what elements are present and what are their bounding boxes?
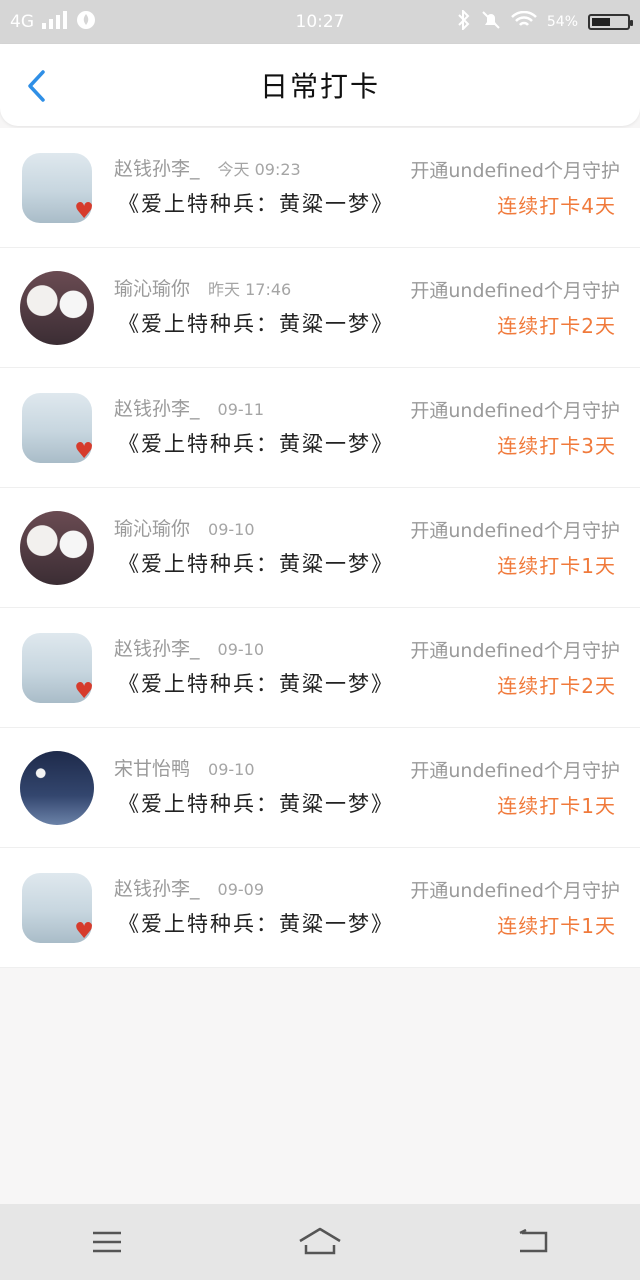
avatar[interactable]: ♥	[22, 873, 92, 943]
chevron-left-icon	[28, 70, 45, 102]
user-meta: 赵钱孙李_ 09-11	[114, 394, 264, 421]
heart-icon: ♥	[74, 679, 92, 703]
streak-label: 连续打卡1天	[497, 554, 616, 578]
username: 赵钱孙李_	[114, 398, 200, 420]
guard-text: 开通undefined个月守护	[410, 760, 620, 782]
page-header: 日常打卡	[0, 44, 640, 126]
guard-text: 开通undefined个月守护	[410, 640, 620, 662]
user-meta: 宋甘怡鸭 09-10	[114, 754, 255, 781]
home-button[interactable]	[290, 1220, 350, 1264]
user-meta: 瑜沁瑜你 09-10	[114, 514, 255, 541]
avatar[interactable]: ♥	[22, 153, 92, 223]
streak-label: 连续打卡4天	[497, 194, 616, 218]
book-title: 《爱上特种兵：黄粱一梦》	[118, 192, 394, 216]
checkin-time: 09-09	[217, 880, 265, 899]
user-meta: 赵钱孙李_ 今天 09:23	[114, 154, 301, 181]
streak-label: 连续打卡2天	[497, 314, 616, 338]
checkin-time: 09-10	[208, 760, 255, 779]
heart-icon: ♥	[74, 919, 92, 943]
book-title: 《爱上特种兵：黄粱一梦》	[118, 912, 394, 936]
username: 赵钱孙李_	[114, 638, 200, 660]
guard-text: 开通undefined个月守护	[410, 520, 620, 542]
list-item[interactable]: 瑜沁瑜你 昨天 17:46 《爱上特种兵：黄粱一梦》 开通undefined个月守护连…	[0, 248, 640, 368]
guard-text: 开通undefined个月守护	[410, 880, 620, 902]
avatar[interactable]: ♥	[22, 393, 92, 463]
book-title: 《爱上特种兵：黄粱一梦》	[118, 312, 394, 336]
avatar[interactable]	[20, 751, 94, 825]
list-item[interactable]: ♥ 赵钱孙李_ 09-09 《爱上特种兵：黄粱一梦》 开通undefined个月守护连续…	[0, 848, 640, 968]
checkin-time: 09-11	[217, 400, 265, 419]
user-meta: 瑜沁瑜你 昨天 17:46	[114, 274, 291, 301]
back-arrow-icon	[519, 1229, 548, 1253]
username: 瑜沁瑜你	[114, 518, 191, 540]
streak-label: 连续打卡1天	[497, 794, 616, 818]
list-item[interactable]: ♥ 赵钱孙李_ 今天 09:23 《爱上特种兵：黄粱一梦》 开通undefined个月守…	[0, 128, 640, 248]
home-icon	[299, 1227, 341, 1255]
network-label: 4G	[10, 12, 34, 32]
username: 赵钱孙李_	[114, 878, 200, 900]
username: 瑜沁瑜你	[114, 278, 191, 300]
book-title: 《爱上特种兵：黄粱一梦》	[118, 432, 394, 456]
avatar[interactable]	[20, 511, 94, 585]
menu-button[interactable]	[77, 1220, 137, 1264]
system-nav-bar	[0, 1204, 640, 1280]
battery-percent: 54%	[546, 14, 578, 30]
streak-label: 连续打卡3天	[497, 434, 616, 458]
streak-label: 连续打卡2天	[497, 674, 616, 698]
status-bar: 4G 10:27 54%	[0, 0, 640, 44]
avatar[interactable]	[20, 271, 94, 345]
bluetooth-icon	[457, 8, 471, 35]
checkin-time: 09-10	[217, 640, 265, 659]
heart-icon: ♥	[74, 199, 92, 223]
avatar[interactable]: ♥	[22, 633, 92, 703]
page-title: 日常打卡	[259, 70, 380, 103]
battery-level	[592, 18, 611, 26]
list-item[interactable]: ♥ 赵钱孙李_ 09-10 《爱上特种兵：黄粱一梦》 开通undefined个月守护连续…	[0, 608, 640, 728]
user-meta: 赵钱孙李_ 09-09	[114, 874, 264, 901]
list-item[interactable]: 瑜沁瑜你 09-10 《爱上特种兵：黄粱一梦》 开通undefined个月守护连续打卡…	[0, 488, 640, 608]
notification-icon	[76, 10, 96, 35]
book-title: 《爱上特种兵：黄粱一梦》	[118, 552, 394, 576]
user-meta: 赵钱孙李_ 09-10	[114, 634, 264, 661]
checkin-time: 昨天 17:46	[208, 280, 292, 299]
signal-icon	[42, 10, 68, 34]
menu-icon	[92, 1231, 121, 1253]
streak-label: 连续打卡1天	[497, 914, 616, 938]
guard-text: 开通undefined个月守护	[410, 400, 620, 422]
back-button[interactable]	[18, 68, 54, 104]
wifi-icon	[510, 10, 537, 34]
clock: 10:27	[295, 12, 345, 32]
book-title: 《爱上特种兵：黄粱一梦》	[118, 672, 394, 696]
guard-text: 开通undefined个月守护	[410, 280, 620, 302]
username: 赵钱孙李_	[114, 158, 200, 180]
mute-bell-icon	[481, 10, 501, 35]
battery-icon	[588, 14, 633, 30]
checkin-time: 09-10	[208, 520, 255, 539]
back-nav-button[interactable]	[503, 1220, 563, 1264]
checkin-list: ♥ 赵钱孙李_ 今天 09:23 《爱上特种兵：黄粱一梦》 开通undefined个月守…	[0, 128, 640, 968]
guard-text: 开通undefined个月守护	[410, 160, 620, 182]
checkin-time: 今天 09:23	[217, 160, 301, 179]
username: 宋甘怡鸭	[114, 758, 191, 780]
book-title: 《爱上特种兵：黄粱一梦》	[118, 792, 394, 816]
heart-icon: ♥	[74, 439, 92, 463]
list-item[interactable]: 宋甘怡鸭 09-10 《爱上特种兵：黄粱一梦》 开通undefined个月守护连续打卡…	[0, 728, 640, 848]
list-item[interactable]: ♥ 赵钱孙李_ 09-11 《爱上特种兵：黄粱一梦》 开通undefined个月守护连续…	[0, 368, 640, 488]
